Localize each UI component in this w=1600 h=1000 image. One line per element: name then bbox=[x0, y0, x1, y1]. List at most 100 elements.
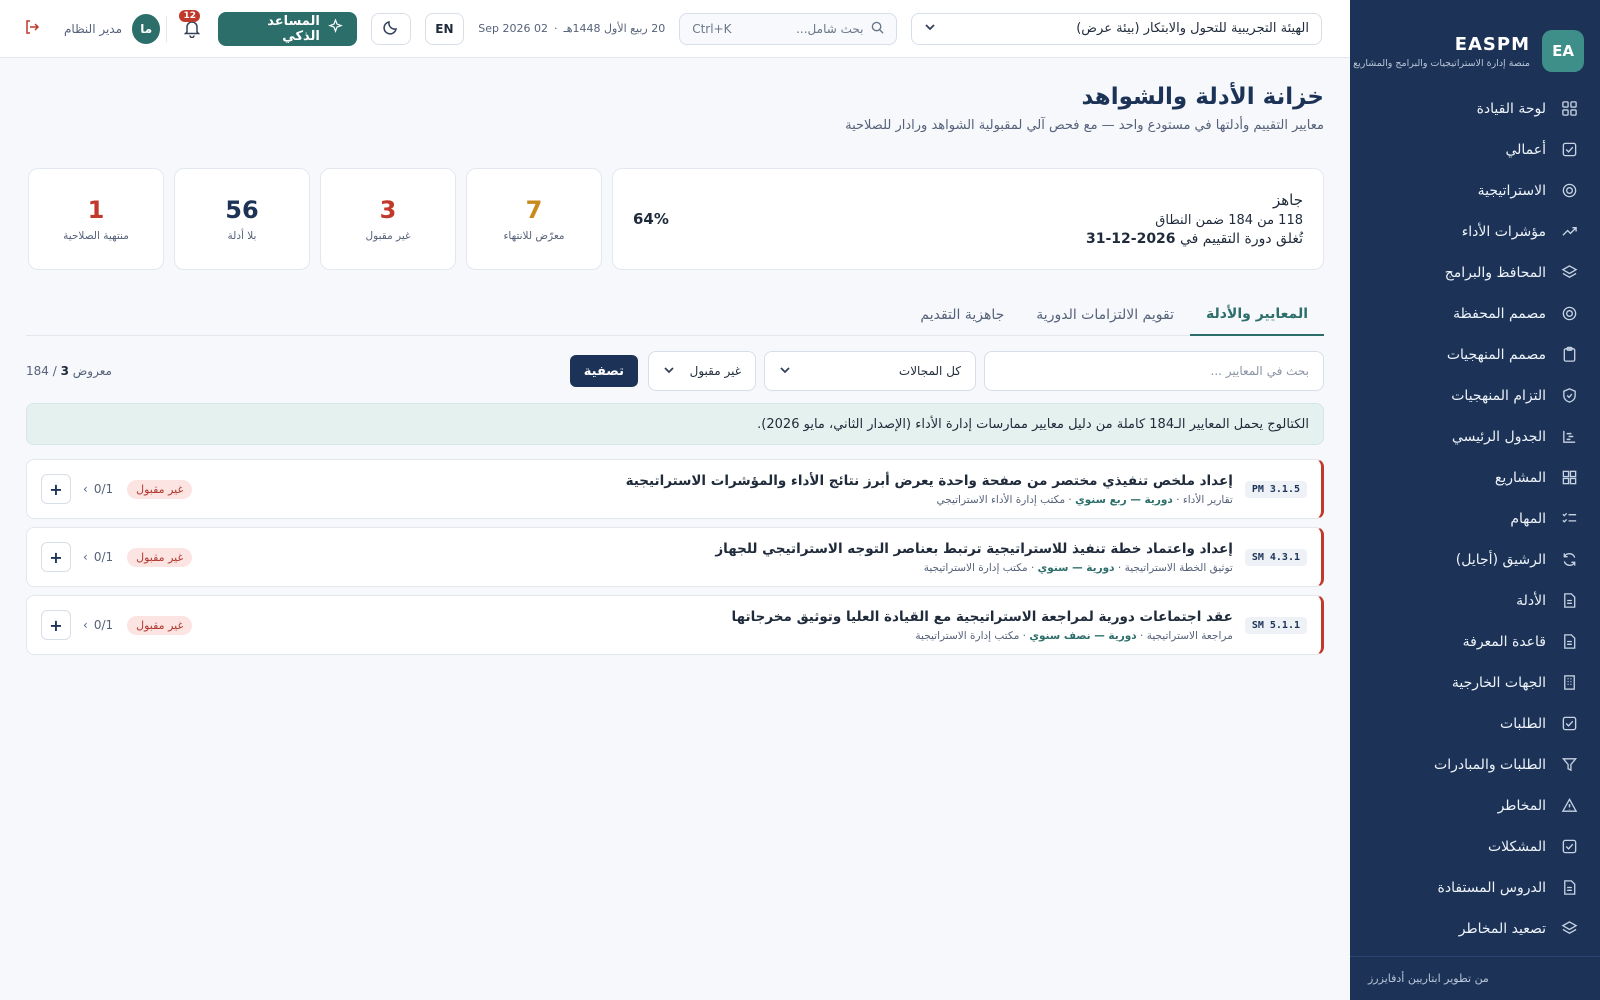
sidebar-item[interactable]: المشكلات bbox=[1350, 826, 1600, 867]
sidebar-nav: لوحة القيادة أعمالي الاستراتيجية مؤشرات الأ… bbox=[1350, 88, 1600, 949]
status-badge: غير مقبول bbox=[127, 547, 193, 567]
sidebar-item[interactable]: الأدلة bbox=[1350, 580, 1600, 621]
stat-value: 56 bbox=[225, 196, 259, 224]
readiness-card: جاهز 118 من 184 ضمن النطاق تُغلق دورة ال… bbox=[612, 168, 1324, 270]
org-select-value: الهيئة التجريبية للتحول والابتكار (بيئة … bbox=[1076, 21, 1309, 36]
brand: EA EASPM منصة إدارة الاستراتيجيات والبرا… bbox=[1350, 0, 1600, 82]
notifications-button[interactable]: 12 bbox=[179, 9, 202, 40]
ai-assistant-button[interactable]: المساعد الذكي bbox=[217, 11, 357, 46]
search-icon bbox=[871, 21, 885, 37]
global-search[interactable]: بحث شامل... Ctrl+K bbox=[679, 12, 898, 45]
sidebar-item-label: الجدول الرئيسي bbox=[1451, 428, 1546, 445]
sidebar-item-label: لوحة القيادة bbox=[1476, 100, 1546, 117]
tab-periodic-calendar[interactable]: تقويم الالتزامات الدورية bbox=[1020, 294, 1190, 335]
sidebar-item[interactable]: التزام المنهجيات bbox=[1350, 375, 1600, 416]
sidebar-item[interactable]: الرشيق (أجايل) bbox=[1350, 539, 1600, 580]
evidence-count: 0/1 bbox=[93, 550, 114, 564]
chevron-down-icon bbox=[779, 364, 791, 379]
stat-label: غير مقبول bbox=[365, 230, 411, 242]
criterion-row[interactable]: PM 3.1.5 إعداد ملخص تنفيذي مختصر من صفحة … bbox=[26, 459, 1324, 519]
sidebar-footer: من تطوير ابتاريين أدفايزرز bbox=[1350, 956, 1600, 1000]
stat-card-no-evidence[interactable]: 56 بلا أدلة bbox=[174, 168, 310, 270]
readiness-label: جاهز bbox=[1272, 191, 1303, 209]
sidebar-item-label: المحافظ والبرامج bbox=[1444, 264, 1546, 281]
tab-criteria-evidence[interactable]: المعايير والأدلة bbox=[1189, 294, 1324, 336]
dates: 20 ربيع الأول 1448هـ·02 Sep 2026 bbox=[478, 22, 666, 35]
sidebar-item[interactable]: مصمم المنهجيات bbox=[1350, 334, 1600, 375]
criterion-owner: مكتب إدارة الاستراتيجية bbox=[923, 561, 1028, 574]
ai-assistant-label: المساعد الذكي bbox=[267, 13, 320, 44]
sidebar-item-label: مصمم المحفظة bbox=[1453, 305, 1546, 322]
sidebar-item[interactable]: الجدول الرئيسي bbox=[1350, 416, 1600, 457]
sidebar-item[interactable]: الطلبات والمبادرات bbox=[1350, 744, 1600, 785]
sidebar-item-label: قاعدة المعرفة bbox=[1462, 633, 1546, 650]
criterion-meta: مراجعة الاستراتيجية · دورية — نصف سنوي ·… bbox=[915, 629, 1233, 642]
org-select[interactable]: الهيئة التجريبية للتحول والابتكار (بيئة … bbox=[911, 12, 1322, 45]
sidebar-item-label: المهام bbox=[1510, 510, 1546, 527]
theme-toggle-button[interactable] bbox=[370, 12, 411, 45]
status-select[interactable]: غير مقبول bbox=[648, 351, 756, 391]
clipboard-icon bbox=[1560, 346, 1578, 364]
stat-card-rejected[interactable]: 3 غير مقبول bbox=[320, 168, 456, 270]
chevron-right-icon[interactable]: › bbox=[83, 618, 88, 632]
sidebar-item-label: التزام المنهجيات bbox=[1451, 387, 1546, 404]
tabs: المعايير والأدلة تقويم الالتزامات الدوري… bbox=[26, 294, 1324, 336]
criterion-frequency: دورية — نصف سنوي bbox=[1029, 629, 1137, 642]
domain-select[interactable]: كل المجالات bbox=[764, 351, 976, 391]
plus-icon: + bbox=[49, 547, 63, 567]
stat-label: بلا أدلة bbox=[227, 230, 257, 242]
sidebar-item[interactable]: الجهات الخارجية bbox=[1350, 662, 1600, 703]
sidebar-item[interactable]: مصمم المحفظة bbox=[1350, 293, 1600, 334]
sidebar-item-label: المخاطر bbox=[1497, 797, 1546, 814]
criterion-actions: غير مقبول 0/1 › + bbox=[41, 610, 193, 640]
add-evidence-button[interactable]: + bbox=[41, 610, 71, 640]
add-evidence-button[interactable]: + bbox=[41, 474, 71, 504]
stat-card-expired[interactable]: 1 منتهية الصلاحية bbox=[28, 168, 164, 270]
shown-total: / 184 bbox=[26, 364, 57, 378]
sidebar-item[interactable]: الطلبات bbox=[1350, 703, 1600, 744]
sidebar-item[interactable]: المحافظ والبرامج bbox=[1350, 252, 1600, 293]
sidebar-item[interactable]: تصعيد المخاطر bbox=[1350, 908, 1600, 949]
domain-select-value: كل المجالات bbox=[898, 364, 961, 378]
logout-button[interactable] bbox=[24, 19, 40, 39]
layers-icon bbox=[1560, 920, 1578, 938]
check-square-icon bbox=[1560, 838, 1578, 856]
sidebar-item[interactable]: المهام bbox=[1350, 498, 1600, 539]
sparkle-icon bbox=[327, 18, 343, 38]
criteria-search-input[interactable]: بحث في المعايير ... bbox=[984, 351, 1324, 391]
stats-row: جاهز 118 من 184 ضمن النطاق تُغلق دورة ال… bbox=[26, 168, 1324, 270]
criterion-title: إعداد ملخص تنفيذي مختصر من صفحة واحدة يع… bbox=[625, 472, 1233, 489]
sidebar-item[interactable]: المخاطر bbox=[1350, 785, 1600, 826]
sidebar-item[interactable]: لوحة القيادة bbox=[1350, 88, 1600, 129]
sidebar-item[interactable]: الاستراتيجية bbox=[1350, 170, 1600, 211]
sidebar-item[interactable]: أعمالي bbox=[1350, 129, 1600, 170]
sidebar-item[interactable]: مؤشرات الأداء bbox=[1350, 211, 1600, 252]
sidebar-item-label: مؤشرات الأداء bbox=[1461, 223, 1546, 240]
stat-value: 1 bbox=[87, 196, 105, 224]
sidebar-item[interactable]: الدروس المستفادة bbox=[1350, 867, 1600, 908]
apply-filter-button[interactable]: تصفية bbox=[569, 355, 638, 387]
criterion-row[interactable]: SM 5.1.1 عقد اجتماعات دورية لمراجعة الاست… bbox=[26, 595, 1324, 655]
tab-submission-readiness[interactable]: جاهزية التقديم bbox=[904, 294, 1020, 335]
criterion-actions: غير مقبول 0/1 › + bbox=[41, 474, 193, 504]
avatar[interactable]: ما bbox=[132, 13, 161, 44]
add-evidence-button[interactable]: + bbox=[41, 542, 71, 572]
criterion-code: SM 4.3.1 bbox=[1244, 548, 1307, 566]
filters-bar: بحث في المعايير ... كل المجالات غير مقبو… bbox=[26, 351, 1324, 391]
criterion-code: PM 3.1.5 bbox=[1244, 480, 1307, 498]
criterion-owner: مكتب إدارة الأداء الاستراتيجي bbox=[936, 493, 1066, 506]
brand-text: EASPM منصة إدارة الاستراتيجيات والبرامج … bbox=[1353, 34, 1530, 69]
sidebar-item[interactable]: المشاريع bbox=[1350, 457, 1600, 498]
global-search-placeholder: بحث شامل... bbox=[796, 21, 864, 36]
criterion-row[interactable]: SM 4.3.1 إعداد واعتماد خطة تنفيذ للاسترات… bbox=[26, 527, 1324, 587]
chevron-down-icon bbox=[663, 364, 675, 379]
sidebar-item[interactable]: قاعدة المعرفة bbox=[1350, 621, 1600, 662]
stat-card-expiring[interactable]: 7 معرّض للانتهاء bbox=[466, 168, 602, 270]
chevron-right-icon[interactable]: › bbox=[83, 482, 88, 496]
language-button[interactable]: EN bbox=[424, 12, 465, 45]
criterion-frequency: دورية — ربع سنوي bbox=[1075, 493, 1173, 506]
stat-label: معرّض للانتهاء bbox=[503, 230, 565, 242]
status-select-value: غير مقبول bbox=[689, 364, 741, 378]
readiness-text: جاهز 118 من 184 ضمن النطاق تُغلق دورة ال… bbox=[689, 191, 1303, 247]
chevron-right-icon[interactable]: › bbox=[83, 550, 88, 564]
